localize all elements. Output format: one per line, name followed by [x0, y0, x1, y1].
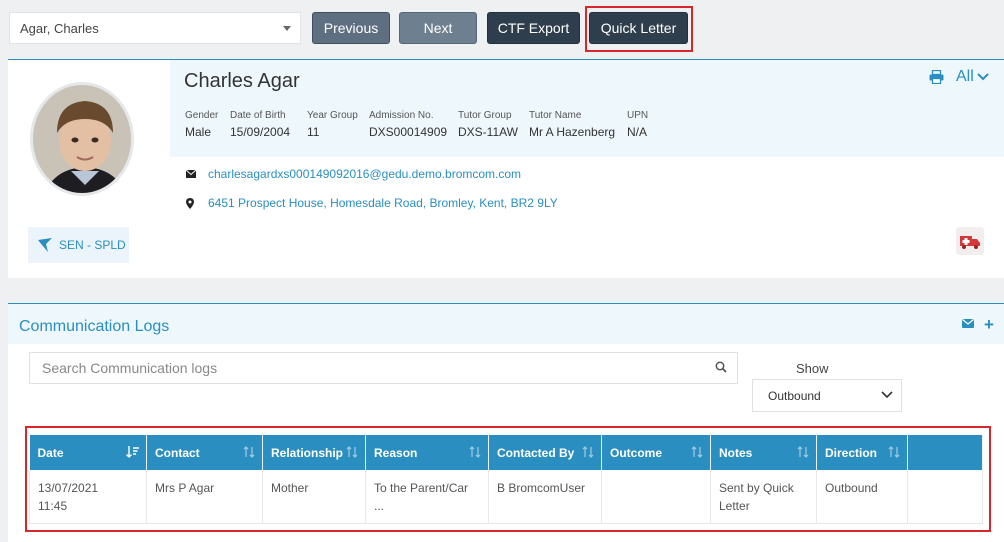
column-header-reason[interactable]: Reason — [365, 435, 489, 470]
year-group-label: Year Group — [307, 110, 358, 121]
previous-button[interactable]: Previous — [312, 12, 390, 44]
tutor-name-label: Tutor Name — [529, 110, 582, 121]
printer-icon[interactable] — [929, 69, 944, 87]
cell-outcome — [601, 470, 711, 524]
sort-icon — [346, 446, 358, 461]
cell-contacted-by: B BromcomUser — [488, 470, 602, 524]
map-pin-icon — [186, 197, 198, 209]
upn-label: UPN — [627, 110, 649, 121]
column-header-date[interactable]: Date — [29, 435, 147, 470]
medical-icon[interactable] — [956, 227, 984, 255]
admission-no-label: Admission No. — [369, 110, 434, 121]
cell-direction: Outbound — [816, 470, 908, 524]
logs-title: Communication Logs — [19, 318, 170, 335]
next-button[interactable]: Next — [399, 12, 477, 44]
cell-date: 13/07/2021 11:45 — [29, 470, 147, 524]
cell-notes: Sent by Quick Letter — [710, 470, 817, 524]
column-header-relationship[interactable]: Relationship — [262, 435, 366, 470]
cell-relationship: Mother — [262, 470, 366, 524]
dob-label: Date of Birth — [230, 110, 286, 121]
table-row[interactable]: 13/07/2021 11:45 Mrs P Agar Mother To the… — [29, 470, 983, 524]
show-filter-value: Outbound — [768, 388, 821, 403]
column-header-actions — [907, 435, 983, 470]
tutor-group-value: DXS-11AW — [458, 125, 519, 139]
tutor-name-value: Mr A Hazenberg — [529, 125, 616, 139]
sort-icon — [243, 446, 255, 461]
dob-value: 15/09/2004 — [230, 125, 291, 139]
gender-label: Gender — [185, 110, 219, 121]
highlight-box-quick-letter — [585, 6, 693, 52]
all-dropdown[interactable]: All — [956, 68, 989, 86]
student-name: Charles Agar — [184, 70, 300, 92]
table-header-row: Date Contact Relationship Reason Contact… — [29, 435, 983, 470]
flag-icon — [38, 238, 52, 252]
email-link[interactable]: charlesagardxs000149092016@gedu.demo.bro… — [208, 167, 521, 181]
column-header-direction[interactable]: Direction — [816, 435, 908, 470]
cell-actions — [907, 470, 983, 524]
sort-icon — [469, 446, 481, 461]
year-group-value: 11 — [307, 125, 320, 139]
sort-desc-icon — [126, 446, 139, 461]
envelope-icon — [186, 170, 198, 178]
admission-no-value: DXS00014909 — [369, 125, 448, 139]
student-profile-card: Charles Agar All Gender Male Date of Bir… — [8, 59, 1004, 278]
search-input[interactable]: Search Communication logs — [29, 352, 738, 384]
chevron-down-icon — [977, 73, 989, 81]
show-filter-select[interactable]: Outbound — [752, 379, 902, 412]
tutor-group-label: Tutor Group — [458, 110, 512, 121]
search-placeholder: Search Communication logs — [42, 360, 218, 376]
cell-contact: Mrs P Agar — [146, 470, 263, 524]
address-row: 6451 Prospect House, Homesdale Road, Bro… — [186, 196, 558, 210]
avatar — [30, 82, 134, 196]
show-label: Show — [796, 361, 829, 376]
communication-logs-table: Date Contact Relationship Reason Contact… — [29, 435, 983, 524]
address-link[interactable]: 6451 Prospect House, Homesdale Road, Bro… — [208, 196, 558, 210]
column-header-outcome[interactable]: Outcome — [601, 435, 711, 470]
sort-icon — [582, 446, 594, 461]
chevron-down-icon — [881, 391, 893, 399]
upn-value: N/A — [627, 125, 648, 139]
column-header-notes[interactable]: Notes — [710, 435, 817, 470]
communication-logs-card: Communication Logs + Search Communicatio… — [8, 303, 1004, 542]
all-label: All — [956, 68, 974, 85]
mail-icon[interactable] — [962, 317, 974, 331]
chevron-down-icon — [283, 26, 291, 31]
column-header-contact[interactable]: Contact — [146, 435, 263, 470]
sen-badge[interactable]: SEN - SPLD — [28, 227, 129, 263]
ctf-export-button[interactable]: CTF Export — [487, 12, 580, 44]
gender-value: Male — [185, 125, 212, 139]
sort-icon — [691, 446, 703, 461]
cell-reason: To the Parent/Car... — [365, 470, 489, 524]
student-select-value: Agar, Charles — [20, 20, 99, 36]
student-select[interactable]: Agar, Charles — [9, 12, 301, 44]
add-icon[interactable]: + — [984, 315, 994, 335]
email-row: charlesagardxs000149092016@gedu.demo.bro… — [186, 167, 521, 181]
sort-icon — [797, 446, 809, 461]
search-icon — [715, 361, 727, 376]
sen-badge-label: SEN - SPLD — [59, 238, 126, 252]
column-header-contacted-by[interactable]: Contacted By — [488, 435, 602, 470]
sort-icon — [888, 446, 900, 461]
